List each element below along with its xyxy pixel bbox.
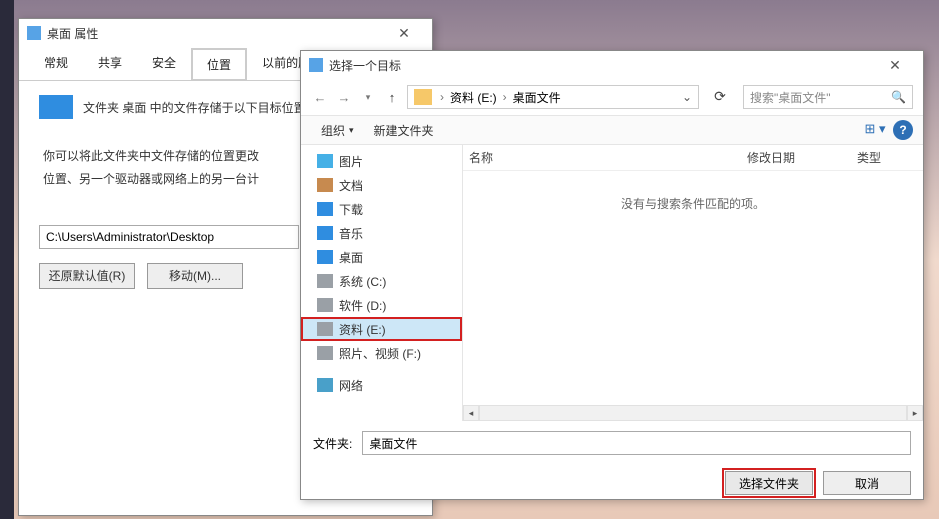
close-icon[interactable]: ✕ [875,57,915,74]
drive-icon [317,298,333,312]
search-input[interactable]: 搜索"桌面文件" 🔍 [743,85,913,109]
organize-menu[interactable]: 组织▾ [311,122,364,139]
desktop-icon [317,250,333,264]
tree-music[interactable]: 音乐 [301,221,462,245]
tree-desktop[interactable]: 桌面 [301,245,462,269]
chevron-down-icon: ▾ [349,125,354,136]
help-icon[interactable]: ? [893,120,913,140]
folder-icon [27,26,41,40]
scroll-right-icon[interactable]: ▸ [907,405,923,421]
drive-icon [317,322,333,336]
path-input[interactable] [39,225,299,249]
nav-up-icon[interactable]: ↑ [383,90,401,105]
picker-titlebar[interactable]: 选择一个目标 ✕ [301,51,923,79]
props-title: 桌面 属性 [47,25,98,42]
column-name[interactable]: 名称 [469,149,747,166]
intro-text: 文件夹 桌面 中的文件存储于以下目标位置 [83,99,306,116]
breadcrumb-segment[interactable]: 资料 (E:) [448,89,499,106]
tree-drive-c[interactable]: 系统 (C:) [301,269,462,293]
tab-share[interactable]: 共享 [83,47,137,80]
scroll-left-icon[interactable]: ◂ [463,405,479,421]
tab-location[interactable]: 位置 [191,48,247,81]
folder-name-input[interactable] [362,431,911,455]
tree-documents[interactable]: 文档 [301,173,462,197]
tree-drive-f[interactable]: 照片、视频 (F:) [301,341,462,365]
column-modified[interactable]: 修改日期 [747,149,857,166]
folder-picker-dialog: 选择一个目标 ✕ ← → ▾ ↑ › 资料 (E:) › 桌面文件 ⌄ ⟳ 搜索… [300,50,924,500]
tree-drive-e[interactable]: 资料 (E:) [301,317,462,341]
search-placeholder: 搜索"桌面文件" [750,89,831,106]
tab-general[interactable]: 常规 [29,47,83,80]
breadcrumb-segment[interactable]: 桌面文件 [511,89,563,106]
tree-drive-d[interactable]: 软件 (D:) [301,293,462,317]
tree-pictures[interactable]: 图片 [301,149,462,173]
restore-default-button[interactable]: 还原默认值(R) [39,263,135,289]
picker-title: 选择一个目标 [329,57,401,74]
documents-icon [317,178,333,192]
view-mode-button[interactable]: ⊞ ▾ [861,121,889,139]
cancel-button[interactable]: 取消 [823,471,911,495]
music-icon [317,226,333,240]
close-icon[interactable]: ✕ [384,25,424,42]
pictures-icon [317,154,333,168]
move-button[interactable]: 移动(M)... [147,263,243,289]
folder-icon [414,89,432,105]
tree-network[interactable]: 网络 [301,373,462,397]
search-icon: 🔍 [891,90,906,104]
folder-label: 文件夹: [313,435,352,452]
horizontal-scrollbar[interactable]: ◂ ▸ [463,405,923,421]
column-type[interactable]: 类型 [857,149,917,166]
tab-security[interactable]: 安全 [137,47,191,80]
tree-downloads[interactable]: 下载 [301,197,462,221]
downloads-icon [317,202,333,216]
folder-icon [309,58,323,72]
chevron-down-icon[interactable]: ⌄ [678,90,696,104]
desktop-folder-icon [39,95,73,119]
empty-message: 没有与搜索条件匹配的项。 [463,195,923,212]
new-folder-button[interactable]: 新建文件夹 [364,122,444,139]
nav-forward-icon[interactable]: → [335,90,353,105]
breadcrumb[interactable]: › 资料 (E:) › 桌面文件 ⌄ [407,85,699,109]
network-icon [317,378,333,392]
select-folder-button[interactable]: 选择文件夹 [725,471,813,495]
drive-icon [317,274,333,288]
chevron-right-icon: › [499,90,511,104]
folder-tree: 图片 文档 下载 音乐 桌面 系统 (C:) 软件 (D:) 资料 (E:) 照… [301,145,463,421]
props-titlebar[interactable]: 桌面 属性 ✕ [19,19,432,47]
picker-toolbar: 组织▾ 新建文件夹 ⊞ ▾ ? [301,115,923,145]
chevron-down-icon[interactable]: ▾ [359,92,377,103]
chevron-right-icon: › [436,90,448,104]
drive-icon [317,346,333,360]
nav-back-icon[interactable]: ← [311,90,329,105]
refresh-icon[interactable]: ⟳ [711,88,729,106]
file-list: 名称 修改日期 类型 没有与搜索条件匹配的项。 ◂ ▸ [463,145,923,421]
